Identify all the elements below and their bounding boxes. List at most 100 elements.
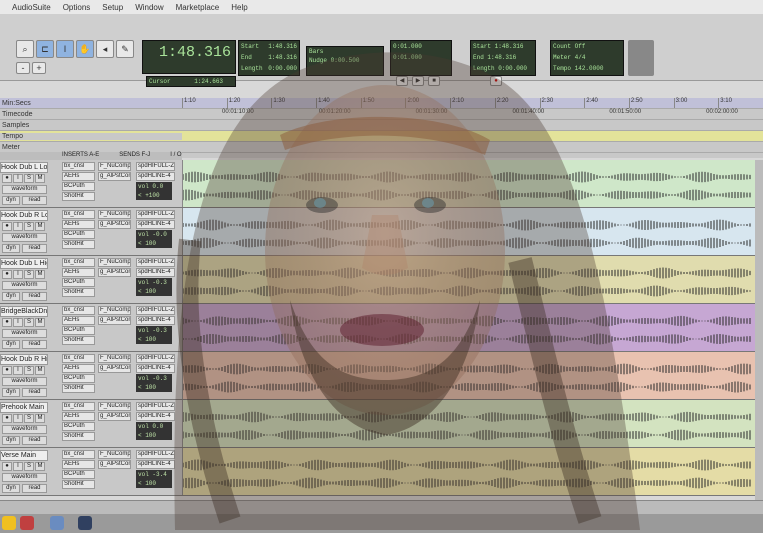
insert-slot[interactable]: ShotHit <box>62 240 95 249</box>
insert-slot[interactable]: BCPuth <box>62 422 95 431</box>
track-playlist-lane[interactable] <box>183 352 763 399</box>
track-playlist-lane[interactable] <box>183 400 763 447</box>
track-playlist-lane[interactable] <box>183 208 763 255</box>
input-monitor-button[interactable]: I <box>13 318 23 327</box>
vertical-scrollbar[interactable] <box>755 160 763 500</box>
volume-pan-readout[interactable]: vol -0.3 < 100 <box>136 278 172 296</box>
send-slot[interactable]: F_NuComp <box>98 210 131 219</box>
track-name[interactable]: Hook Dub L High <box>0 258 48 269</box>
record-arm-button[interactable]: ● <box>2 270 12 279</box>
track-height-button[interactable]: dyn <box>2 292 20 301</box>
insert-slot[interactable]: AEHs <box>62 220 95 229</box>
track-view-selector[interactable]: waveform <box>2 281 47 290</box>
insert-slot[interactable]: ShotHit <box>62 480 95 489</box>
volume-pan-readout[interactable]: vol -0.3 < 100 <box>136 374 172 392</box>
input-monitor-button[interactable]: I <box>13 414 23 423</box>
mute-button[interactable]: M <box>35 366 45 375</box>
track-name[interactable]: Hook Dub R High <box>0 354 48 365</box>
insert-slot[interactable]: AEHs <box>62 460 95 469</box>
insert-slot[interactable]: BCPuth <box>62 230 95 239</box>
mute-button[interactable]: M <box>35 414 45 423</box>
menu-item-setup[interactable]: Setup <box>102 3 123 12</box>
insert-slot[interactable]: bx_cnsl <box>62 402 95 411</box>
insert-slot[interactable]: ShotHit <box>62 384 95 393</box>
mute-button[interactable]: M <box>35 222 45 231</box>
solo-button[interactable]: S <box>24 174 34 183</box>
insert-slot[interactable]: bx_cnsl <box>62 306 95 315</box>
dock-app-icon[interactable] <box>78 516 92 530</box>
count-off[interactable]: Count Off <box>553 41 623 52</box>
send-slot[interactable]: F_NuComp <box>98 450 131 459</box>
insert-slot[interactable]: ShotHit <box>62 288 95 297</box>
solo-button[interactable]: S <box>24 462 34 471</box>
track-height-button[interactable]: dyn <box>2 484 20 493</box>
output-selector[interactable]: spdHLINE-4 <box>136 460 175 469</box>
automation-mode-button[interactable]: read <box>22 292 47 301</box>
track-name[interactable]: Prehook Main <box>0 402 48 413</box>
track-playlist-lane[interactable] <box>183 304 763 351</box>
track-name[interactable]: Hook Dub L Low <box>0 162 48 173</box>
track-name[interactable]: Hook Dub R Low <box>0 210 48 221</box>
track-playlist-lane[interactable] <box>183 256 763 303</box>
ruler-samples[interactable]: Samples <box>0 120 763 131</box>
output-selector[interactable]: spdHLINE-4 <box>136 364 175 373</box>
track-row[interactable]: Prehook Main ● I S M waveform dyn read b… <box>0 400 763 448</box>
insert-slot[interactable]: ShotHit <box>62 432 95 441</box>
track-view-selector[interactable]: waveform <box>2 329 47 338</box>
automation-mode-button[interactable]: read <box>22 340 47 349</box>
mute-button[interactable]: M <box>35 174 45 183</box>
mute-button[interactable]: M <box>35 462 45 471</box>
stop-icon[interactable]: ■ <box>428 76 440 86</box>
solo-button[interactable]: S <box>24 414 34 423</box>
send-slot[interactable]: g_AlPstComp <box>98 460 131 469</box>
dock-app-icon[interactable] <box>2 516 16 530</box>
record-arm-button[interactable]: ● <box>2 366 12 375</box>
track-playlist-lane[interactable] <box>183 160 763 207</box>
record-arm-button[interactable]: ● <box>2 222 12 231</box>
pencil-tool-icon[interactable]: ✎ <box>116 40 134 58</box>
track-view-selector[interactable]: waveform <box>2 233 47 242</box>
menu-item-marketplace[interactable]: Marketplace <box>176 3 220 12</box>
send-slot[interactable]: g_AlPstComp <box>98 316 131 325</box>
insert-slot[interactable]: ShotHit <box>62 336 95 345</box>
trim-tool-icon[interactable]: ⊏ <box>36 40 54 58</box>
dock-app-icon[interactable] <box>20 516 34 530</box>
output-selector[interactable]: spdHLINE-4 <box>136 172 175 181</box>
pre-post-roll[interactable]: 0:01.000 0:01.000 <box>390 40 452 76</box>
solo-button[interactable]: S <box>24 318 34 327</box>
input-selector[interactable]: spdHIFULL-Z <box>136 258 175 267</box>
tempo-meter-readout[interactable]: Count Off Meter 4/4 Tempo 142.0000 <box>550 40 624 76</box>
send-slot[interactable]: g_AlPstComp <box>98 412 131 421</box>
grid-mode[interactable]: Bars <box>309 47 383 56</box>
send-slot[interactable]: F_NuComp <box>98 258 131 267</box>
send-slot[interactable]: g_AlPstComp <box>98 268 131 277</box>
zoom-tool-icon[interactable]: ⌕ <box>16 40 34 58</box>
solo-button[interactable]: S <box>24 222 34 231</box>
selector-tool-icon[interactable]: I <box>56 40 74 58</box>
send-slot[interactable]: F_NuComp <box>98 402 131 411</box>
output-selector[interactable]: spdHLINE-4 <box>136 412 175 421</box>
ruler-minsecs[interactable]: Min:Secs 1:10 1:20 1:30 1:40 1:50 2:00 2:10 2:2… <box>0 98 763 109</box>
input-selector[interactable]: spdHIFULL-Z <box>136 354 175 363</box>
menu-item-audiosuite[interactable]: AudioSuite <box>12 3 51 12</box>
grid-nudge-readout[interactable]: Bars Nudge 0:00.500 <box>306 46 384 76</box>
insert-slot[interactable]: BCPuth <box>62 326 95 335</box>
input-selector[interactable]: spdHIFULL-Z <box>136 450 175 459</box>
track-name[interactable]: Verse Main <box>0 450 48 461</box>
zoom-out-icon[interactable]: - <box>16 62 30 74</box>
play-icon[interactable]: ▶ <box>412 76 424 86</box>
send-slot[interactable]: F_NuComp <box>98 354 131 363</box>
volume-pan-readout[interactable]: vol -3.4 < 100 <box>136 470 172 488</box>
grabber-tool-icon[interactable]: ✋ <box>76 40 94 58</box>
insert-slot[interactable]: bx_cnsl <box>62 450 95 459</box>
destination-readout[interactable]: Start 1:48.316 End 1:48.316 Length 0:00.… <box>470 40 536 76</box>
track-view-selector[interactable]: waveform <box>2 473 47 482</box>
track-row[interactable]: Hook Dub R Low ● I S M waveform dyn read… <box>0 208 763 256</box>
menu-item-help[interactable]: Help <box>231 3 247 12</box>
insert-slot[interactable]: AEHs <box>62 268 95 277</box>
track-row[interactable]: Hook Dub R High ● I S M waveform dyn rea… <box>0 352 763 400</box>
track-row[interactable]: Hook Dub L Low ● I S M waveform dyn read… <box>0 160 763 208</box>
input-selector[interactable]: spdHIFULL-Z <box>136 210 175 219</box>
track-view-selector[interactable]: waveform <box>2 377 47 386</box>
insert-slot[interactable]: AEHs <box>62 316 95 325</box>
